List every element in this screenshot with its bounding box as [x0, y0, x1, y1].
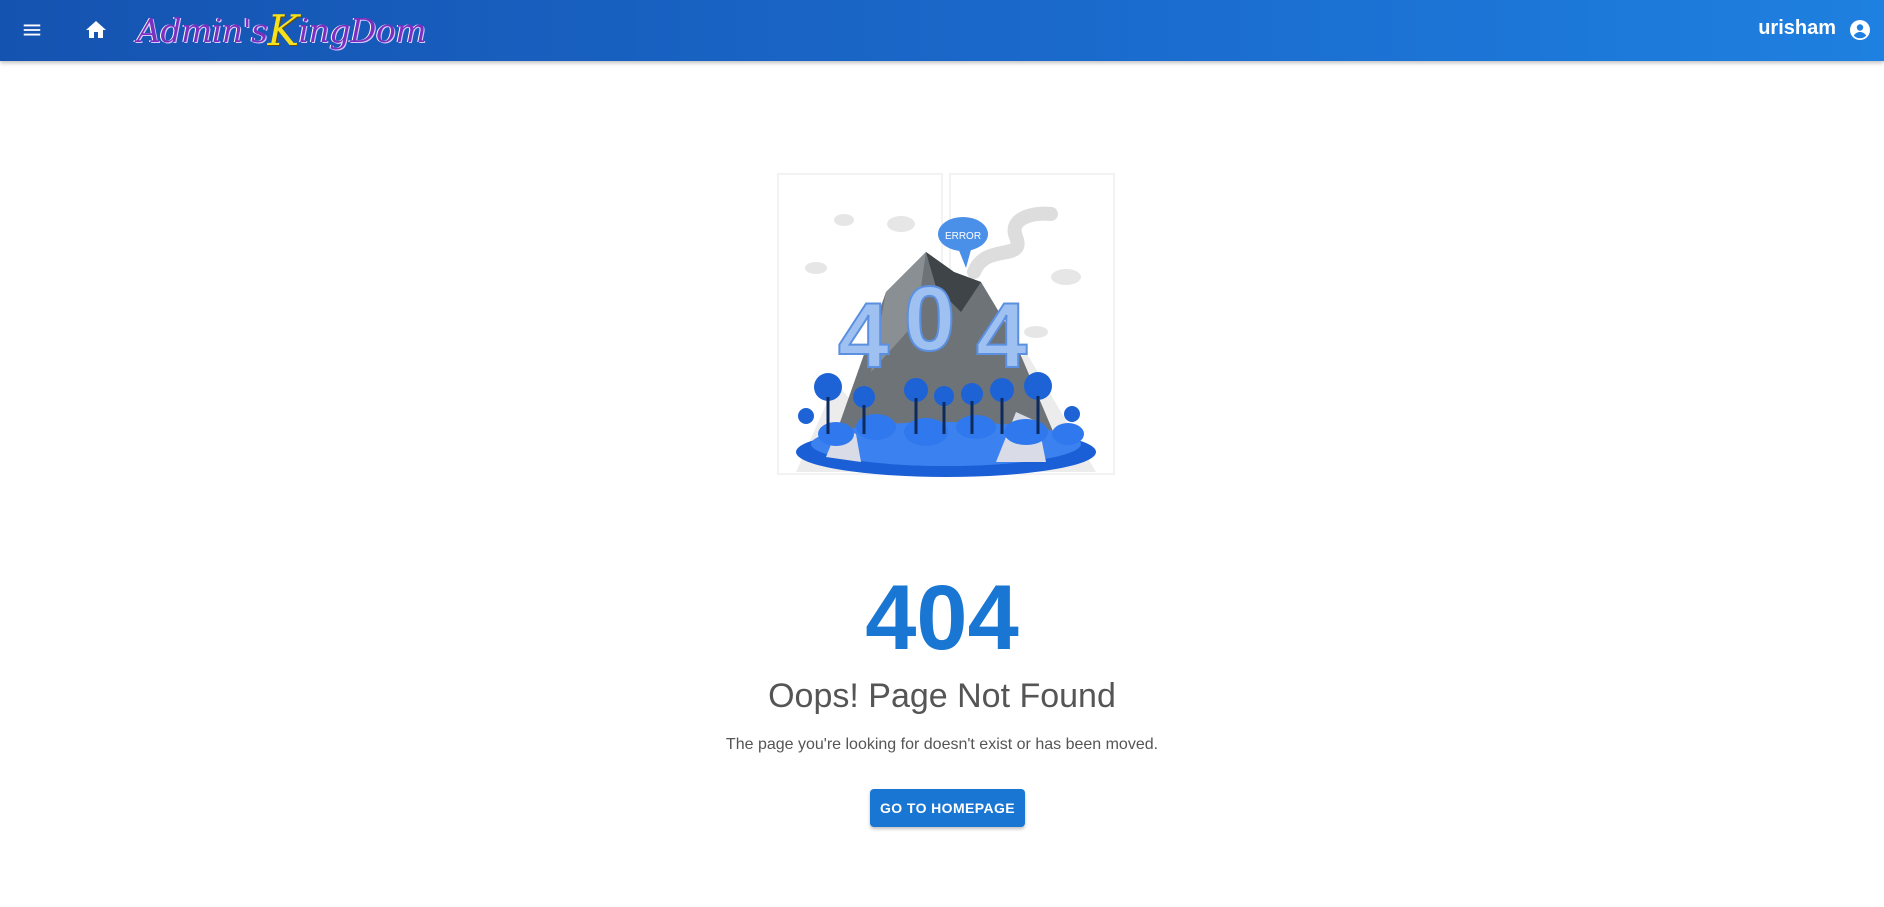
username-label[interactable]: urisham [1758, 17, 1836, 40]
go-to-homepage-button[interactable]: GO TO HOMEPAGE [870, 789, 1025, 827]
svg-text:0: 0 [904, 268, 955, 370]
app-bar: Admin's K ingDom urisham [0, 0, 1884, 61]
error-title: Oops! Page Not Found [768, 677, 1116, 715]
menu-button[interactable] [12, 10, 52, 50]
svg-text:4: 4 [838, 285, 889, 387]
menu-icon [23, 24, 41, 36]
app-logo[interactable]: Admin's K ingDom [137, 4, 427, 56]
home-icon [86, 21, 106, 38]
home-button[interactable] [76, 10, 116, 50]
logo-text-part2: ingDom [298, 10, 427, 50]
error-illustration: 4 0 4 ERROR [776, 172, 1116, 477]
account-circle-icon [1850, 20, 1870, 40]
error-code: 404 [865, 567, 1019, 669]
logo-text-part1: Admin's [137, 10, 268, 50]
svg-text:4: 4 [976, 285, 1027, 387]
mountain-404-illustration: 4 0 4 ERROR [777, 173, 1115, 477]
account-button[interactable] [1840, 10, 1880, 50]
logo-text-k: K [267, 5, 299, 55]
error-description: The page you're looking for doesn't exis… [725, 736, 1159, 753]
error-bubble-text: ERROR [945, 231, 981, 242]
